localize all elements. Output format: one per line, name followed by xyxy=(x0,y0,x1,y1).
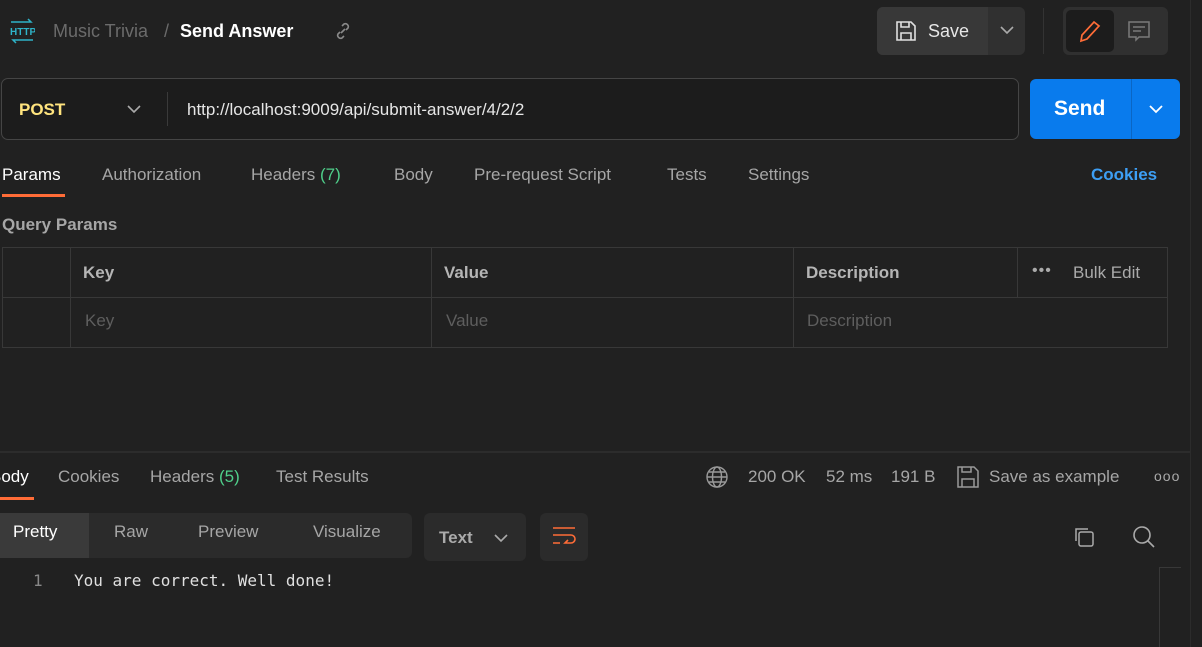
save-icon xyxy=(957,466,979,488)
column-header-key: Key xyxy=(83,263,115,282)
active-tab-indicator xyxy=(0,497,34,500)
view-mode-raw[interactable]: Raw xyxy=(114,522,148,542)
save-as-example-button[interactable]: Save as example xyxy=(989,467,1119,487)
bulk-edit-button[interactable]: Bulk Edit xyxy=(1073,263,1140,283)
tab-settings[interactable]: Settings xyxy=(748,165,809,185)
save-button[interactable]: Save xyxy=(877,7,988,55)
value-input[interactable]: Value xyxy=(446,311,488,331)
chevron-down-icon[interactable] xyxy=(127,104,141,114)
method-select[interactable]: POST xyxy=(19,100,65,120)
tab-params[interactable]: Params xyxy=(2,165,61,185)
page-title[interactable]: Send Answer xyxy=(180,21,293,42)
copy-icon[interactable] xyxy=(1073,526,1095,548)
response-body-line[interactable]: You are correct. Well done! xyxy=(74,571,334,590)
tab-headers[interactable]: Headers (7) xyxy=(251,165,341,185)
save-icon xyxy=(895,20,917,42)
wrap-icon xyxy=(552,526,576,548)
chevron-down-icon[interactable] xyxy=(1000,25,1014,35)
scrollbar[interactable] xyxy=(1159,567,1181,647)
breadcrumb-separator: / xyxy=(164,21,170,41)
column-header-description: Description xyxy=(806,263,900,282)
view-mode-pretty[interactable]: Pretty xyxy=(13,522,57,542)
description-input[interactable]: Description xyxy=(807,311,892,331)
tab-label: Headers xyxy=(251,165,316,184)
url-input[interactable]: http://localhost:9009/api/submit-answer/… xyxy=(187,100,524,120)
view-mode-visualize[interactable]: Visualize xyxy=(313,522,381,542)
send-button-group: Send xyxy=(1030,79,1180,139)
comment-icon[interactable] xyxy=(1127,20,1151,42)
column-header-value: Value xyxy=(444,263,489,282)
cookies-link[interactable]: Cookies xyxy=(1091,165,1157,185)
response-time[interactable]: 52 ms xyxy=(826,467,872,487)
globe-icon[interactable] xyxy=(706,466,728,488)
chevron-down-icon xyxy=(494,533,508,543)
format-select[interactable]: Text xyxy=(424,513,526,561)
edit-mode-button[interactable] xyxy=(1066,10,1114,52)
format-value: Text xyxy=(439,528,473,547)
query-params-title: Query Params xyxy=(2,215,118,234)
more-options-icon[interactable]: ••• xyxy=(1032,262,1052,280)
chevron-down-icon[interactable] xyxy=(1149,104,1163,114)
tab-response-headers[interactable]: Headers (5) xyxy=(150,467,240,487)
pencil-icon xyxy=(1079,19,1101,43)
tab-tests[interactable]: Tests xyxy=(667,165,707,185)
wrap-lines-button[interactable] xyxy=(540,513,588,561)
search-icon[interactable] xyxy=(1132,525,1156,549)
http-icon: HTTP xyxy=(9,18,35,44)
tab-authorization[interactable]: Authorization xyxy=(102,165,201,185)
line-number: 1 xyxy=(33,571,43,590)
tab-response-cookies[interactable]: Cookies xyxy=(58,467,119,487)
pane-divider[interactable] xyxy=(0,451,1190,453)
tab-body[interactable]: Body xyxy=(394,165,433,185)
response-size[interactable]: 191 B xyxy=(891,467,935,487)
headers-count: (5) xyxy=(219,467,240,486)
headers-count: (7) xyxy=(320,165,341,184)
more-options-icon[interactable]: ooo xyxy=(1154,468,1180,484)
send-button[interactable]: Send xyxy=(1054,97,1105,121)
tab-pre-request-script[interactable]: Pre-request Script xyxy=(474,165,611,185)
save-label: Save xyxy=(928,21,970,41)
active-tab-indicator xyxy=(2,194,65,197)
breadcrumb-collection[interactable]: Music Trivia xyxy=(53,21,148,42)
view-mode-preview[interactable]: Preview xyxy=(198,522,258,542)
link-icon[interactable] xyxy=(333,21,353,41)
tab-label: Headers xyxy=(150,467,215,486)
tab-test-results[interactable]: Test Results xyxy=(276,467,369,487)
key-input[interactable]: Key xyxy=(85,311,114,331)
tab-response-body[interactable]: Body xyxy=(0,467,29,487)
status-code[interactable]: 200 OK xyxy=(748,467,806,487)
svg-text:HTTP: HTTP xyxy=(10,27,35,38)
